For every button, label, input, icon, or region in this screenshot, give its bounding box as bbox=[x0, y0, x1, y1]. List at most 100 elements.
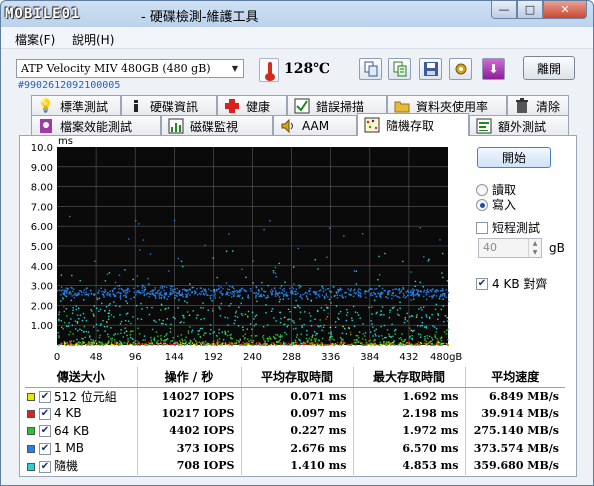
tools-button[interactable] bbox=[449, 58, 472, 80]
menu-help[interactable]: 說明(H) bbox=[72, 31, 114, 48]
row-name-cell[interactable]: ✔ 512 位元組 bbox=[25, 387, 137, 405]
disk-serial: #9902612092100005 bbox=[18, 80, 121, 91]
close-button[interactable]: ✕ bbox=[543, 1, 587, 19]
folder-icon bbox=[394, 98, 410, 114]
row-avg-speed: 373.574 MB/s bbox=[464, 439, 565, 457]
table-row: ✔ 4 KB 10217 IOPS 0.097 ms 2.198 ms 39.914 MB… bbox=[25, 404, 565, 423]
row-max-time: 2.198 ms bbox=[352, 404, 465, 422]
tab-extra-tests[interactable]: 額外測試 bbox=[469, 115, 569, 136]
col-transfer-size: 傳送大小 bbox=[25, 367, 137, 388]
copy-text-icon bbox=[393, 61, 406, 77]
minimize-button[interactable]: — bbox=[491, 1, 517, 19]
app-window: MOBILE01 - 硬碟檢測-維護工具 — □ ✕ 檔案(F) 說明(H) A… bbox=[0, 0, 594, 486]
file-benchmark-icon bbox=[38, 118, 54, 134]
series-color-swatch bbox=[27, 427, 35, 436]
temperature-readout: 128℃ bbox=[284, 61, 330, 77]
row-name-cell[interactable]: ✔ 4 KB bbox=[25, 405, 137, 423]
row-name-cell[interactable]: ✔ 隨機 bbox=[25, 457, 137, 475]
series-checkbox[interactable]: ✔ bbox=[39, 391, 51, 403]
save-button[interactable] bbox=[419, 58, 442, 80]
table-row: ✔ 512 位元組 14027 IOPS 0.071 ms 1.692 ms 6.849 … bbox=[25, 387, 565, 405]
series-checkbox[interactable]: ✔ bbox=[39, 425, 51, 438]
align-4kb-check: ✔ bbox=[476, 277, 488, 290]
start-button[interactable]: 開始 bbox=[477, 147, 551, 168]
maximize-button[interactable]: □ bbox=[517, 1, 543, 19]
disk-select[interactable]: ATP Velocity MIV 480GB (480 gB) ▼ bbox=[16, 59, 244, 78]
col-max-time: 最大存取時間 bbox=[352, 367, 465, 388]
short-test-size-input[interactable]: 40 ▲ ▼ bbox=[478, 238, 542, 258]
col-avg-time: 平均存取時間 bbox=[240, 367, 353, 388]
align-4kb-checkbox[interactable]: ✔ 4 KB 對齊 bbox=[476, 275, 547, 292]
copy-text-button[interactable] bbox=[388, 58, 411, 80]
row-name: 隨機 bbox=[54, 459, 79, 474]
tab-health[interactable]: 健康 bbox=[217, 95, 287, 116]
row-name: 1 MB bbox=[54, 441, 85, 456]
results-header: 傳送大小 操作 / 秒 平均存取時間 最大存取時間 平均速度 bbox=[25, 367, 565, 388]
tab-random-access[interactable]: 隨機存取 bbox=[357, 113, 469, 136]
menu-bar: 檔案(F) 說明(H) bbox=[1, 27, 593, 49]
row-max-time: 6.570 ms bbox=[352, 439, 465, 457]
results-table: 傳送大小 操作 / 秒 平均存取時間 最大存取時間 平均速度 ✔ 512 位元組 1… bbox=[25, 367, 565, 475]
copy-button[interactable] bbox=[359, 58, 382, 80]
menu-file[interactable]: 檔案(F) bbox=[15, 31, 55, 48]
row-name: 4 KB bbox=[54, 406, 82, 421]
series-color-swatch bbox=[27, 409, 35, 418]
info-icon bbox=[128, 98, 144, 114]
row-ops: 10217 IOPS bbox=[136, 404, 241, 422]
row-avg-speed: 275.140 MB/s bbox=[464, 422, 565, 440]
series-checkbox[interactable]: ✔ bbox=[39, 407, 51, 420]
row-max-time: 1.692 ms bbox=[352, 387, 465, 405]
tab-file-benchmark[interactable]: 檔案效能測試 bbox=[31, 115, 161, 136]
row-name: 64 KB bbox=[54, 423, 90, 438]
tab-benchmark[interactable]: 💡 標準測試 bbox=[31, 95, 121, 116]
row-avg-time: 1.410 ms bbox=[240, 457, 353, 475]
series-color-swatch bbox=[27, 393, 35, 401]
download-icon: ⬇ bbox=[488, 62, 499, 76]
table-row: ✔ 1 MB 373 IOPS 2.676 ms 6.570 ms 373.574 MB/… bbox=[25, 439, 565, 458]
row-name: 512 位元組 bbox=[54, 389, 117, 404]
window-controls: — □ ✕ bbox=[491, 1, 587, 19]
write-radio[interactable]: 寫入 bbox=[476, 196, 516, 213]
tab-erase[interactable]: 清除 bbox=[507, 95, 569, 116]
speaker-icon bbox=[280, 118, 296, 134]
exit-button[interactable]: 離開 bbox=[523, 56, 575, 80]
short-test-checkbox[interactable]: 短程測試 bbox=[476, 219, 540, 236]
row-avg-time: 0.071 ms bbox=[240, 387, 353, 405]
read-radio-circle bbox=[476, 183, 488, 196]
table-row: ✔ 隨機 708 IOPS 1.410 ms 4.853 ms 359.680 MB/s bbox=[25, 457, 565, 475]
row-name-cell[interactable]: ✔ 1 MB bbox=[25, 440, 137, 458]
row-name-cell[interactable]: ✔ 64 KB bbox=[25, 422, 137, 440]
short-test-check bbox=[476, 221, 488, 234]
lightbulb-icon: 💡 bbox=[37, 98, 55, 114]
row-ops: 14027 IOPS bbox=[136, 387, 241, 405]
disk-monitor-icon bbox=[168, 118, 184, 134]
random-access-icon bbox=[364, 117, 380, 133]
window-title: - 硬碟檢測-維護工具 bbox=[141, 10, 259, 25]
tab-disk-monitor[interactable]: 磁碟監視 bbox=[161, 115, 273, 136]
copy-icon bbox=[364, 61, 377, 77]
tab-aam[interactable]: AAM bbox=[273, 115, 357, 136]
save-icon bbox=[423, 62, 438, 76]
row-avg-speed: 6.849 MB/s bbox=[464, 387, 565, 405]
row-avg-speed: 39.914 MB/s bbox=[464, 404, 565, 422]
app-logo: MOBILE01 bbox=[5, 5, 81, 22]
row-avg-time: 0.097 ms bbox=[240, 404, 353, 422]
row-avg-time: 2.676 ms bbox=[240, 439, 353, 457]
series-checkbox[interactable]: ✔ bbox=[39, 460, 51, 473]
row-max-time: 1.972 ms bbox=[352, 422, 465, 440]
tools-icon bbox=[455, 63, 466, 75]
row-avg-speed: 359.680 MB/s bbox=[464, 457, 565, 475]
scan-icon bbox=[294, 98, 310, 114]
short-test-unit: gB bbox=[549, 241, 565, 255]
series-checkbox[interactable]: ✔ bbox=[39, 442, 51, 455]
chevron-down-icon: ▼ bbox=[231, 64, 239, 73]
row-ops: 373 IOPS bbox=[136, 439, 241, 457]
download-button[interactable]: ⬇ bbox=[482, 58, 505, 80]
tab-disk-info[interactable]: 硬碟資訊 bbox=[121, 95, 217, 116]
extra-tests-icon bbox=[476, 118, 492, 134]
row-avg-time: 0.227 ms bbox=[240, 422, 353, 440]
col-avg-speed: 平均速度 bbox=[464, 367, 565, 388]
thermometer-icon bbox=[259, 58, 279, 82]
series-color-swatch bbox=[27, 462, 35, 471]
col-ops: 操作 / 秒 bbox=[136, 367, 241, 388]
